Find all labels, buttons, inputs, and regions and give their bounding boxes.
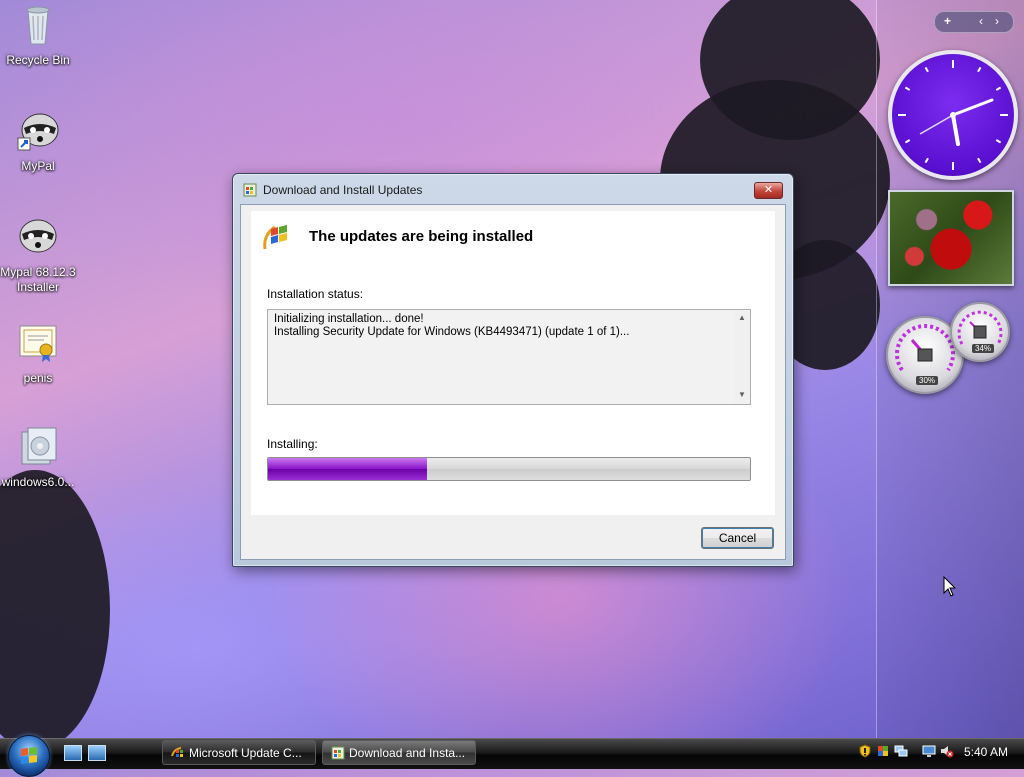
- taskbar-button-label: Download and Insta...: [349, 746, 466, 760]
- memory-meter-gadget[interactable]: 34%: [950, 302, 1010, 362]
- network-tray-icon[interactable]: [894, 744, 908, 758]
- windows-logo-icon: [21, 747, 37, 764]
- taskbar-button-microsoft-update[interactable]: Microsoft Update C...: [162, 740, 316, 765]
- install-progress-bar: [267, 457, 751, 481]
- scroll-down-arrow-icon[interactable]: ▼: [737, 390, 747, 400]
- installation-status-label: Installation status:: [267, 287, 364, 301]
- raccoon-icon: [19, 219, 57, 253]
- window-titlebar[interactable]: Download and Install Updates ✕: [233, 174, 793, 204]
- scroll-up-arrow-icon[interactable]: ▲: [737, 313, 747, 323]
- cancel-button[interactable]: Cancel: [701, 527, 774, 549]
- status-line: Installing Security Update for Windows (…: [274, 326, 630, 338]
- next-page-button[interactable]: ›: [995, 14, 999, 28]
- desktop-icon-label: Mypal 68.12.3 Installer: [0, 265, 76, 294]
- tree-silhouette: [0, 470, 110, 750]
- certificate-icon: [19, 325, 57, 362]
- package-icon: [21, 427, 57, 465]
- status-scrollbar[interactable]: ▲ ▼: [734, 310, 750, 404]
- volume-muted-icon[interactable]: [940, 744, 954, 758]
- window-title: Download and Install Updates: [263, 183, 423, 197]
- desktop-icon-label: Recycle Bin: [6, 53, 70, 67]
- recycle-bin-icon: [26, 6, 50, 45]
- sidebar-controls: + ‹ ›: [934, 11, 1014, 33]
- status-log: Initializing installation... done! Insta…: [274, 313, 629, 339]
- desktop-icon-penis[interactable]: penis: [0, 320, 76, 386]
- taskbar-clock[interactable]: 5:40 AM: [964, 745, 1008, 759]
- windows-update-icon: [263, 225, 287, 250]
- installing-label: Installing:: [267, 437, 318, 451]
- desktop-icon-windows-update-package[interactable]: windows6.0...: [0, 424, 76, 490]
- desktop-icon-recycle-bin[interactable]: Recycle Bin: [0, 2, 76, 68]
- desktop-icon-label: MyPal: [21, 159, 55, 173]
- installation-status-box: Initializing installation... done! Insta…: [267, 309, 751, 405]
- close-button[interactable]: ✕: [754, 182, 783, 199]
- clock-face-icon: [898, 60, 1008, 170]
- slideshow-gadget[interactable]: [888, 190, 1014, 286]
- show-desktop-icon[interactable]: [64, 745, 82, 761]
- mouse-cursor-icon: [943, 576, 957, 597]
- clock-gadget[interactable]: [888, 50, 1018, 180]
- status-line: Initializing installation... done!: [274, 313, 424, 325]
- previous-page-button[interactable]: ‹: [979, 14, 983, 28]
- add-gadget-button[interactable]: +: [944, 14, 951, 28]
- switch-windows-icon[interactable]: [88, 745, 106, 761]
- windows-update-icon: [243, 183, 257, 197]
- memory-usage-value: 34%: [972, 344, 995, 353]
- display-tray-icon[interactable]: [922, 744, 936, 758]
- sidebar-divider: [876, 0, 877, 738]
- taskbar-button-label: Microsoft Update C...: [189, 746, 302, 760]
- desktop-icon-label: windows6.0...: [1, 475, 75, 489]
- raccoon-icon: [17, 113, 59, 151]
- desktop-icon-mypal[interactable]: MyPal: [0, 108, 76, 174]
- security-shield-icon[interactable]: [858, 744, 872, 758]
- window-client-area: The updates are being installed Installa…: [240, 204, 786, 560]
- start-button[interactable]: [8, 735, 50, 777]
- windows-update-icon: [331, 746, 345, 760]
- cpu-usage-value: 30%: [916, 376, 939, 385]
- desktop-icon-mypal-installer[interactable]: Mypal 68.12.3 Installer: [0, 214, 76, 295]
- taskbar-button-download-install[interactable]: Download and Insta...: [322, 740, 476, 765]
- update-icon: [171, 747, 183, 757]
- desktop-icon-label: penis: [23, 371, 53, 385]
- dialog-heading: The updates are being installed: [309, 228, 534, 245]
- update-tray-icon[interactable]: [876, 744, 890, 758]
- progress-fill: [268, 458, 428, 480]
- download-install-updates-window: Download and Install Updates ✕ The updat…: [232, 173, 794, 567]
